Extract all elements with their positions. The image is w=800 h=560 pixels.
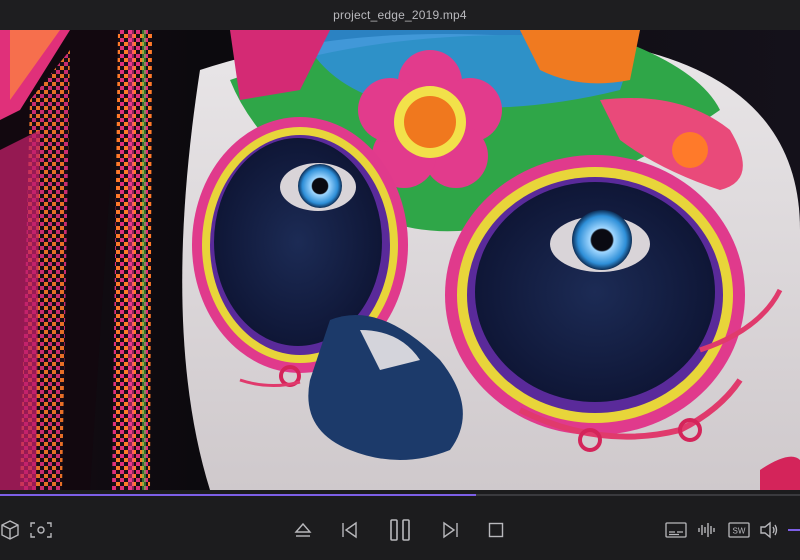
snapshot-icon[interactable] xyxy=(28,518,54,542)
stop-icon[interactable] xyxy=(486,518,506,542)
title-bar: project_edge_2019.mp4 xyxy=(0,0,800,30)
seek-bar[interactable] xyxy=(0,490,800,500)
skip-previous-icon[interactable] xyxy=(338,518,360,542)
control-bar: SW xyxy=(0,500,800,560)
3d-cube-icon[interactable] xyxy=(0,518,20,542)
pause-icon[interactable] xyxy=(386,518,414,542)
sw-badge-text: SW xyxy=(733,527,746,536)
audio-waveform-icon[interactable] xyxy=(696,518,718,542)
eject-icon[interactable] xyxy=(292,518,314,542)
volume-icon[interactable] xyxy=(758,518,780,542)
video-frame[interactable] xyxy=(0,30,800,490)
window-title: project_edge_2019.mp4 xyxy=(333,8,467,22)
skip-next-icon[interactable] xyxy=(440,518,462,542)
video-image xyxy=(0,30,800,490)
sw-badge-icon[interactable]: SW xyxy=(728,518,750,542)
volume-slider[interactable] xyxy=(788,529,800,531)
seek-fill xyxy=(0,494,476,496)
subtitles-icon[interactable] xyxy=(664,518,688,542)
